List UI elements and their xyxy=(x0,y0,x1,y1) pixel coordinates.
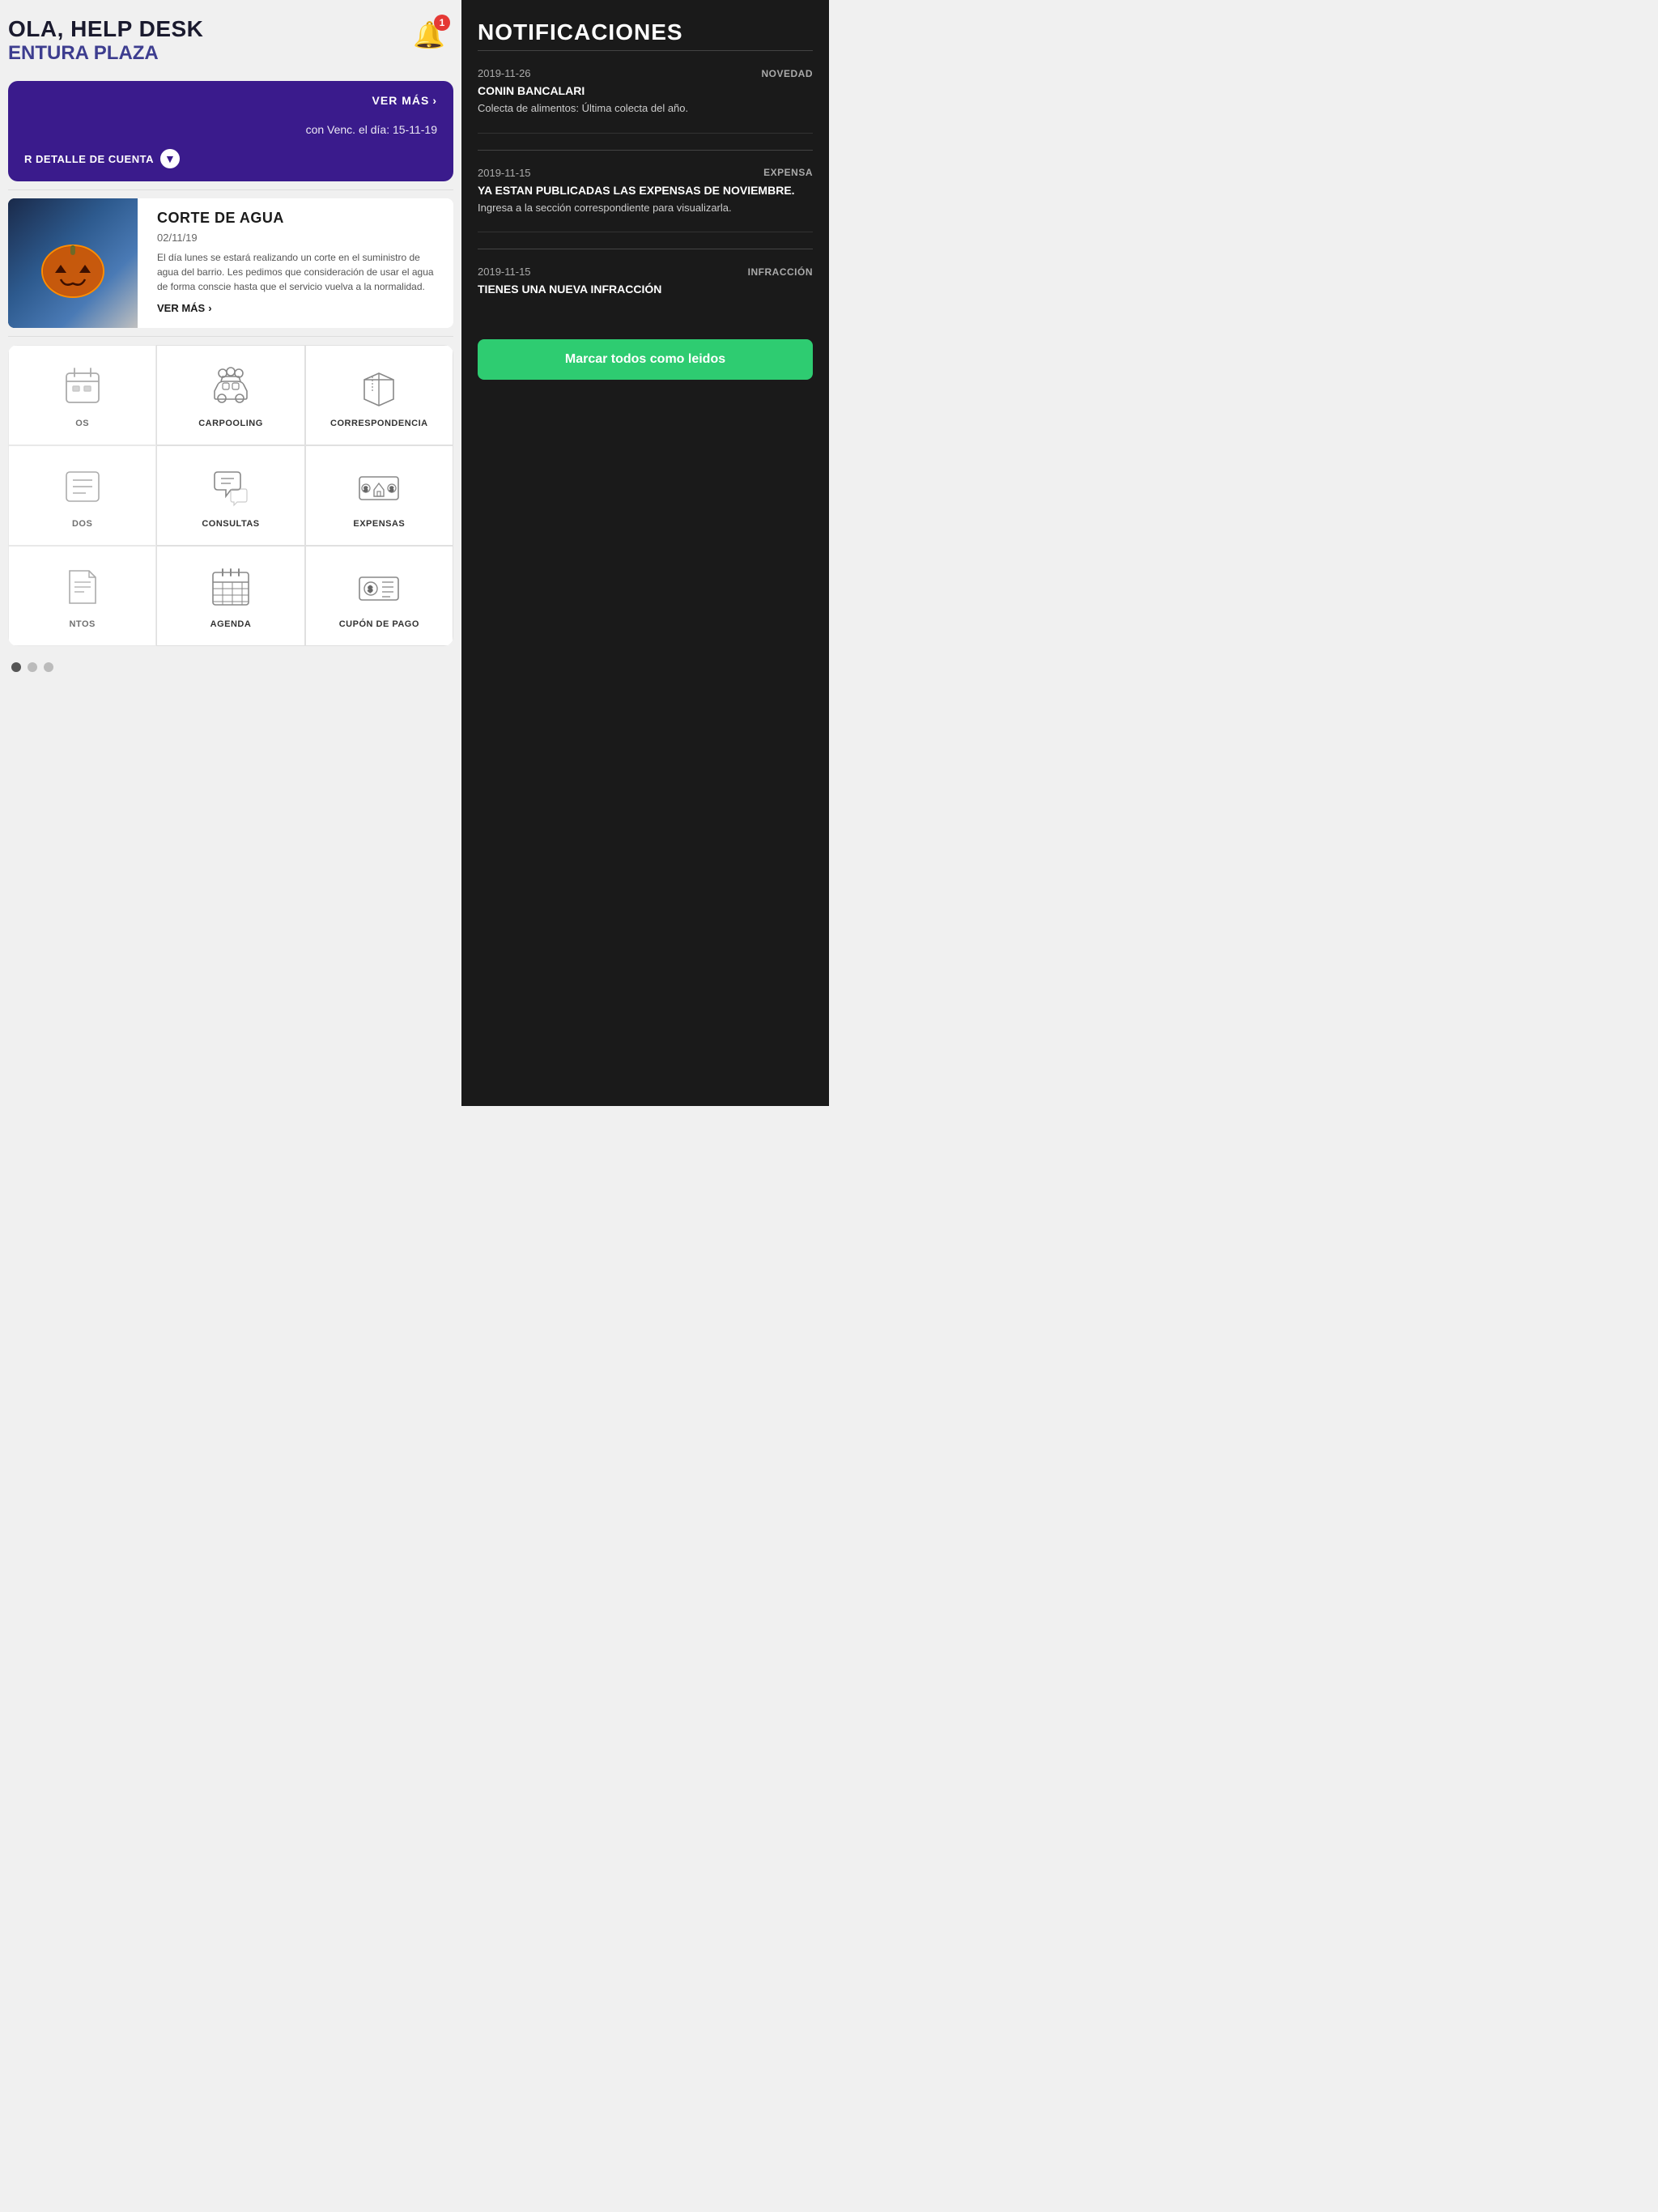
service-label-agenda: AGENDA xyxy=(210,619,252,629)
notif-type-3: INFRACCIÓN xyxy=(748,266,813,278)
svg-text:$: $ xyxy=(364,486,368,493)
service-label-expensas: EXPENSAS xyxy=(353,519,405,529)
service-item-eventos[interactable]: OS xyxy=(8,345,156,445)
ver-mas-label: VER MÁS xyxy=(372,94,430,107)
notif-date-1: 2019-11-26 xyxy=(478,67,531,79)
notif-body-1: Colecta de alimentos: Última colecta del… xyxy=(478,100,813,117)
news-content: CORTE DE AGUA 02/11/19 El día lunes se e… xyxy=(147,198,453,328)
purple-card-header: VER MÁS › xyxy=(24,94,437,107)
purple-card: VER MÁS › con Venc. el día: 15-11-19 R D… xyxy=(8,81,453,181)
notif-type-2: EXPENSA xyxy=(763,167,813,178)
ver-mas-link[interactable]: VER MÁS › xyxy=(372,94,437,107)
pagination-dot-2[interactable] xyxy=(28,662,37,672)
cupon-icon-wrap: $ xyxy=(355,563,403,611)
doc-icon-wrap xyxy=(58,563,107,611)
service-item-carpooling[interactable]: CARPOOLING xyxy=(156,345,304,445)
notif-title-divider xyxy=(478,50,813,51)
service-item-expensas[interactable]: $ $ EXPENSAS xyxy=(305,445,453,546)
notif-meta-1: 2019-11-26 NOVEDAD xyxy=(478,67,813,79)
service-item-correspondencia[interactable]: CORRESPONDENCIA xyxy=(305,345,453,445)
news-image xyxy=(8,198,138,328)
chevron-down-icon: ▼ xyxy=(164,153,176,164)
services-grid: OS xyxy=(8,345,453,646)
consultas-icon-wrap xyxy=(206,462,255,511)
circle-down-button[interactable]: ▼ xyxy=(160,149,180,168)
vencimiento-text: con Venc. el día: 15-11-19 xyxy=(24,123,437,136)
header-text: OLA, HELP DESK ENTURA PLAZA xyxy=(8,16,203,65)
svg-text:$: $ xyxy=(368,585,373,594)
carpooling-icon xyxy=(208,364,253,409)
correspondencia-icon-wrap xyxy=(355,362,403,410)
notification-item-3: 2019-11-15 INFRACCIÓN TIENES UNA NUEVA I… xyxy=(478,266,813,315)
expensas-icon-wrap: $ $ xyxy=(355,462,403,511)
service-label-consultas: CONSULTAS xyxy=(202,519,259,529)
service-item-col1[interactable]: DOS xyxy=(8,445,156,546)
notifications-title: NOTIFICACIONES xyxy=(478,19,813,45)
header-greeting: OLA, HELP DESK xyxy=(8,16,203,42)
service-label-carpooling: CARPOOLING xyxy=(198,419,263,428)
service-item-cupon[interactable]: $ CUPÓN DE PAGO xyxy=(305,546,453,646)
carpooling-icon-wrap xyxy=(206,362,255,410)
service-label-cupon: CUPÓN DE PAGO xyxy=(339,619,419,629)
events-icon xyxy=(60,364,105,409)
notif-type-1: NOVEDAD xyxy=(761,68,813,79)
notif-date-2: 2019-11-15 xyxy=(478,167,531,179)
bell-container[interactable]: 🔔 1 xyxy=(413,19,445,50)
service-item-agenda[interactable]: AGENDA xyxy=(156,546,304,646)
notif-sender-3: TIENES UNA NUEVA INFRACCIÓN xyxy=(478,283,813,296)
service-label-eventos: OS xyxy=(75,419,89,428)
divider-2 xyxy=(8,336,453,337)
list-icon-wrap xyxy=(58,462,107,511)
chat-icon xyxy=(208,464,253,509)
purple-card-content: con Venc. el día: 15-11-19 xyxy=(24,123,437,136)
coupon-icon: $ xyxy=(356,564,402,610)
notif-divider-1 xyxy=(478,150,813,151)
news-ver-mas-link[interactable]: VER MÁS › xyxy=(157,302,444,314)
events-icon-wrap xyxy=(58,362,107,410)
service-label-correspondencia: CORRESPONDENCIA xyxy=(330,419,428,428)
pagination xyxy=(0,654,461,685)
list-icon xyxy=(60,464,105,509)
notif-sender-2: YA ESTAN PUBLICADAS LAS EXPENSAS DE NOVI… xyxy=(478,184,813,197)
notif-meta-3: 2019-11-15 INFRACCIÓN xyxy=(478,266,813,278)
header-location: ENTURA PLAZA xyxy=(8,42,203,65)
notification-badge: 1 xyxy=(434,15,450,31)
news-date: 02/11/19 xyxy=(157,232,444,244)
news-title: CORTE DE AGUA xyxy=(157,210,444,227)
notif-sender-1: CONIN BANCALARI xyxy=(478,84,813,97)
news-card: 📎 xyxy=(8,198,453,328)
notif-date-3: 2019-11-15 xyxy=(478,266,531,278)
purple-card-footer: R DETALLE DE CUENTA ▼ xyxy=(24,149,437,168)
calendar-icon xyxy=(208,564,253,610)
detalle-label: R DETALLE DE CUENTA xyxy=(24,153,154,165)
doc-icon xyxy=(60,564,105,610)
mark-all-read-button[interactable]: Marcar todos como leidos xyxy=(478,339,813,380)
service-label-col2: NTOS xyxy=(69,619,95,629)
header: OLA, HELP DESK ENTURA PLAZA 🔔 1 xyxy=(0,0,461,73)
pagination-dot-3[interactable] xyxy=(44,662,53,672)
pumpkin-illustration xyxy=(32,223,113,304)
notification-item-1: 2019-11-26 NOVEDAD CONIN BANCALARI Colec… xyxy=(478,67,813,134)
money-house-icon: $ $ xyxy=(356,464,402,509)
services-card: OS xyxy=(8,345,453,646)
package-icon xyxy=(356,364,402,409)
service-item-col2[interactable]: NTOS xyxy=(8,546,156,646)
news-image-col: 📎 xyxy=(8,198,138,328)
news-body: El día lunes se estará realizando un cor… xyxy=(157,250,444,294)
news-ver-mas-label: VER MÁS xyxy=(157,302,205,314)
notif-body-2: Ingresa a la sección correspondiente par… xyxy=(478,200,813,216)
news-chevron-icon: › xyxy=(208,302,211,314)
agenda-icon-wrap xyxy=(206,563,255,611)
svg-text:$: $ xyxy=(390,486,394,493)
notification-item-2: 2019-11-15 EXPENSA YA ESTAN PUBLICADAS L… xyxy=(478,167,813,233)
divider-1 xyxy=(8,189,453,190)
notifications-panel: NOTIFICACIONES 2019-11-26 NOVEDAD CONIN … xyxy=(461,0,829,1106)
chevron-right-icon: › xyxy=(432,94,437,107)
service-item-consultas[interactable]: CONSULTAS xyxy=(156,445,304,546)
service-label-col1: DOS xyxy=(72,519,92,529)
pagination-dot-1[interactable] xyxy=(11,662,21,672)
notif-meta-2: 2019-11-15 EXPENSA xyxy=(478,167,813,179)
left-panel: OLA, HELP DESK ENTURA PLAZA 🔔 1 VER MÁS … xyxy=(0,0,461,1106)
